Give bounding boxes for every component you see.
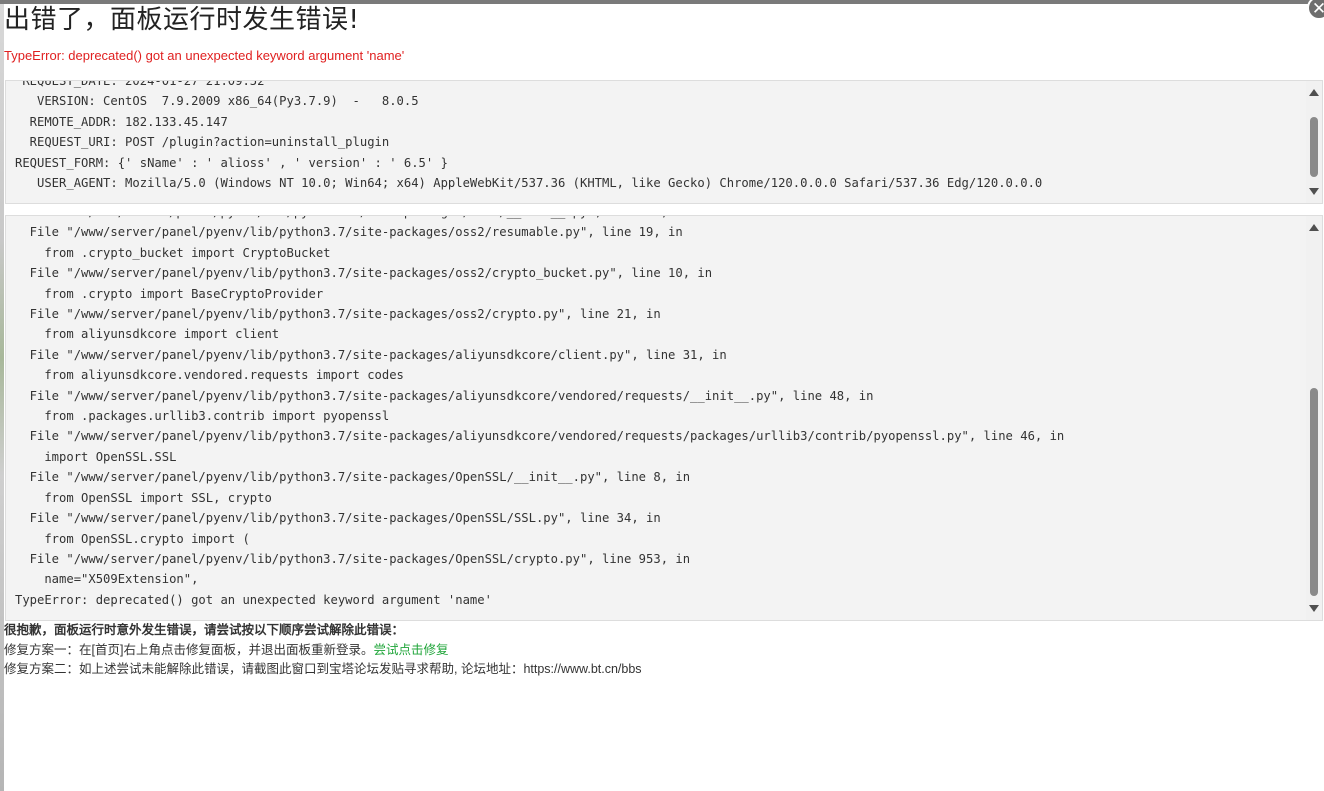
close-icon[interactable]: ✕ [1307,0,1324,20]
traceback-panel[interactable]: File "/www/server/panel/pyenv/lib/python… [5,215,1323,621]
traceback-line: name="X509Extension", [44,572,199,587]
error-summary: TypeError: deprecated() got an unexpecte… [4,48,405,63]
try-repair-link[interactable]: 尝试点击修复 [373,643,448,657]
help-heading: 很抱歉，面板运行时意外发生错误，请尝试按以下顺序尝试解除此错误： [4,623,405,637]
traceback-line: File "/www/server/panel/pyenv/lib/python… [29,429,1065,444]
scroll-up-arrow-icon[interactable] [1309,224,1319,231]
help-section: 很抱歉，面板运行时意外发生错误，请尝试按以下顺序尝试解除此错误： 修复方案一：在… [4,621,642,680]
traceback-line: import OpenSSL.SSL [44,449,177,464]
traceback-line: File "/www/server/panel/pyenv/lib/python… [29,551,691,566]
request-info-line: REMOTE_ADDR: 182.133.45.147 [29,114,228,129]
request-info-line: REQUEST_FORM: {' sName' : ' alioss' , ' … [15,155,448,170]
traceback-line: from aliyunsdkcore import client [44,327,280,342]
traceback-scrollbar[interactable] [1306,216,1322,620]
fix-option-two: 修复方案二：如上述尝试未能解除此错误，请截图此窗口到宝塔论坛发贴寻求帮助, 论坛… [4,662,642,676]
scroll-down-arrow-icon[interactable] [1309,188,1319,195]
traceback-line: File "/www/server/panel/pyenv/lib/python… [29,266,713,281]
dialog-title: 出错了，面板运行时发生错误! [4,5,360,35]
traceback-line: from .packages.urllib3.contrib import py… [44,409,390,424]
traceback-line: from .crypto_bucket import CryptoBucket [44,245,331,260]
traceback-line: File "/www/server/panel/pyenv/lib/python… [29,307,661,322]
traceback-line: from OpenSSL.crypto import ( [44,531,250,546]
request-info-line: REQUEST_DATE: 2024-01-27 21:09:52 [22,80,265,88]
scroll-up-arrow-icon[interactable] [1309,89,1319,96]
request-info-scrollbar[interactable] [1306,81,1322,203]
traceback-line: from aliyunsdkcore.vendored.requests imp… [44,368,404,383]
request-info-line: VERSION: CentOS 7.9.2009 x86_64(Py3.7.9)… [37,94,419,109]
traceback-line: File "/www/server/panel/pyenv/lib/python… [29,347,727,362]
traceback-line: from .crypto import BaseCryptoProvider [44,286,324,301]
traceback-line: File "/www/server/panel/pyenv/lib/python… [29,470,691,485]
fix-option-one: 修复方案一：在[首页]右上角点击修复面板，并退出面板重新登录。尝试点击修复 [4,641,642,661]
scroll-thumb[interactable] [1310,117,1318,177]
traceback-text: File "/www/server/panel/pyenv/lib/python… [15,216,1065,610]
fix-option-one-text: 修复方案一：在[首页]右上角点击修复面板，并退出面板重新登录。 [4,642,374,657]
request-info-text: REQUEST_DATE: 2024-01-27 21:09:52 VERSIO… [15,80,1043,193]
traceback-line: TypeError: deprecated() got an unexpecte… [15,592,492,607]
traceback-line: File "/www/server/panel/pyenv/lib/python… [29,511,661,526]
request-info-panel[interactable]: REQUEST_DATE: 2024-01-27 21:09:52 VERSIO… [5,80,1323,204]
scroll-down-arrow-icon[interactable] [1309,605,1319,612]
request-info-line: REQUEST_URI: POST /plugin?action=uninsta… [29,135,390,150]
traceback-line: File "/www/server/panel/pyenv/lib/python… [29,388,874,403]
traceback-line: from OpenSSL import SSL, crypto [44,490,272,505]
scroll-thumb[interactable] [1310,388,1318,596]
traceback-line: File "/www/server/panel/pyenv/lib/python… [15,216,690,219]
traceback-line: File "/www/server/panel/pyenv/lib/python… [29,225,683,240]
request-info-line: USER_AGENT: Mozilla/5.0 (Windows NT 10.0… [15,176,1043,191]
